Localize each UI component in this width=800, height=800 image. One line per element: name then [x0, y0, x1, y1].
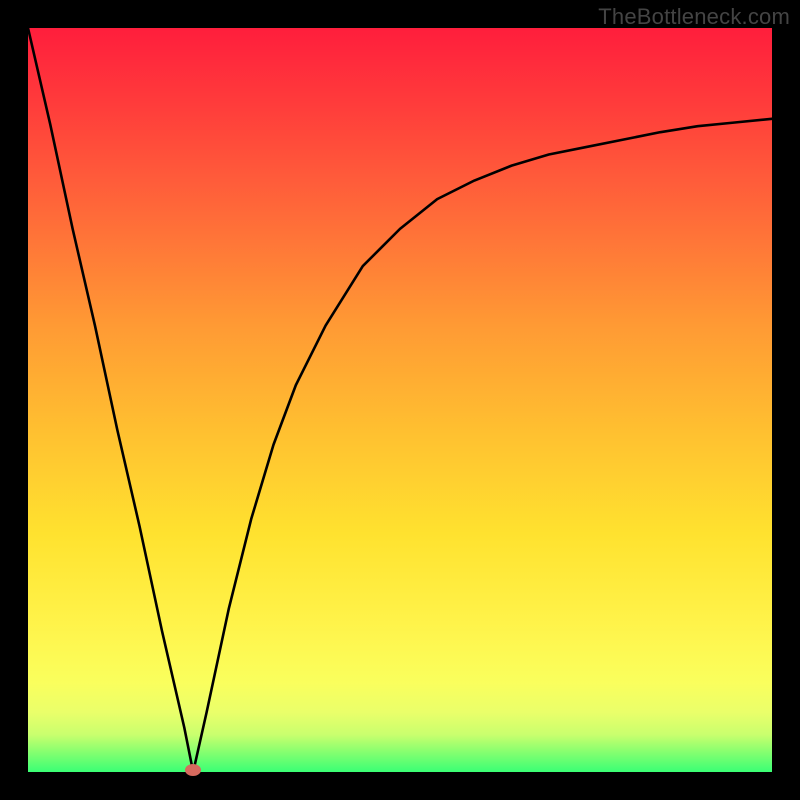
optimum-marker: [185, 764, 201, 776]
plot-area: [28, 28, 772, 772]
watermark-text: TheBottleneck.com: [598, 4, 790, 30]
chart-frame: TheBottleneck.com: [0, 0, 800, 800]
bottleneck-curve: [28, 28, 772, 772]
